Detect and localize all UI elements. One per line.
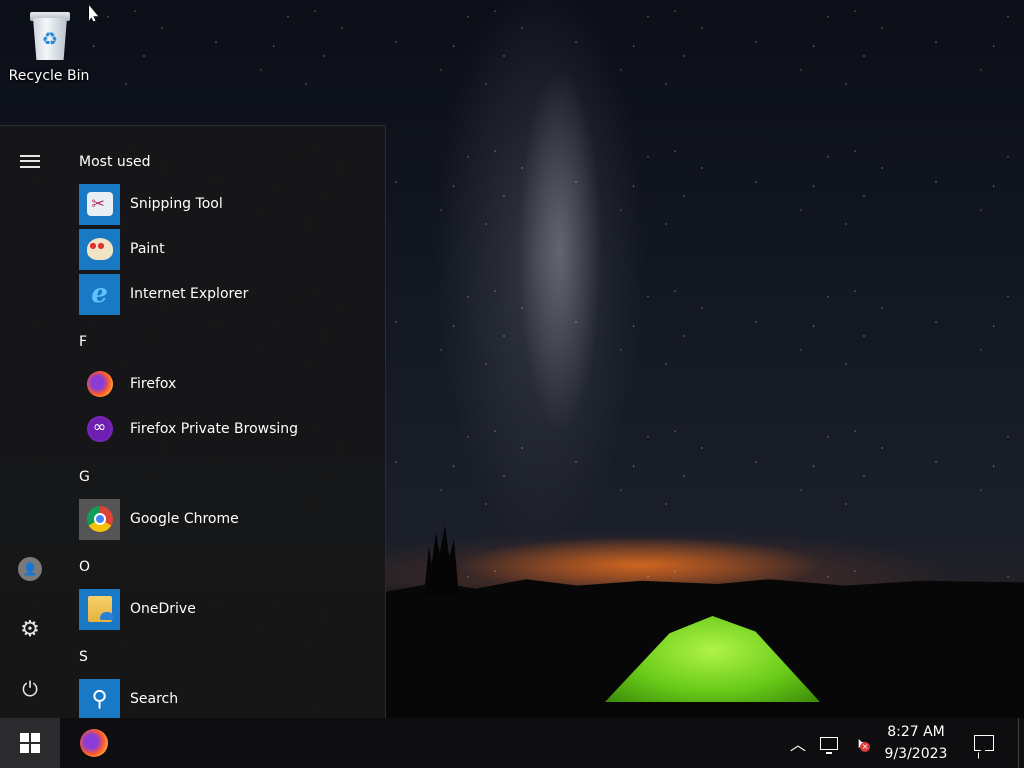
- firefox-icon: [86, 371, 113, 397]
- app-item-snipping-tool[interactable]: Snipping Tool: [79, 183, 379, 225]
- taskbar-firefox-button[interactable]: [70, 718, 118, 768]
- show-hidden-icons-button[interactable]: ︿: [786, 729, 810, 757]
- app-label: Internet Explorer: [130, 286, 249, 302]
- network-button[interactable]: [816, 729, 842, 757]
- app-label: Firefox: [130, 376, 177, 392]
- start-menu: 👤 ⚙ ⏻ Most used Snipping Tool Paint e In…: [0, 125, 386, 720]
- app-label: OneDrive: [130, 601, 196, 617]
- section-header-o[interactable]: O: [79, 559, 90, 575]
- app-label: Snipping Tool: [130, 196, 223, 212]
- section-header-f[interactable]: F: [79, 334, 87, 350]
- clock-date: 9/3/2023: [884, 746, 948, 762]
- action-center-icon: [974, 735, 994, 751]
- section-header-most-used: Most used: [79, 154, 151, 170]
- start-button[interactable]: [0, 718, 60, 768]
- expand-menu-button[interactable]: [0, 137, 60, 185]
- power-icon: ⏻: [22, 677, 38, 701]
- action-center-button[interactable]: [962, 718, 1006, 768]
- app-item-firefox[interactable]: Firefox: [79, 363, 379, 405]
- section-header-g[interactable]: G: [79, 469, 90, 485]
- paint-icon: [86, 238, 113, 260]
- app-label: Google Chrome: [130, 511, 239, 527]
- desktop-icon-recycle-bin[interactable]: ♻ Recycle Bin: [6, 6, 92, 94]
- search-icon: ⚲: [91, 686, 108, 712]
- volume-button[interactable]: 🕨 ×: [846, 729, 872, 757]
- recycle-bin-icon: ♻: [25, 8, 73, 62]
- app-item-google-chrome[interactable]: Google Chrome: [79, 498, 379, 540]
- section-header-s[interactable]: S: [79, 649, 88, 665]
- app-item-paint[interactable]: Paint: [79, 228, 379, 270]
- app-label: Firefox Private Browsing: [130, 421, 299, 437]
- app-item-onedrive[interactable]: OneDrive: [79, 588, 379, 630]
- wallpaper-trees: [424, 525, 459, 595]
- desktop-icon-label: Recycle Bin: [8, 68, 90, 84]
- show-desktop-button[interactable]: [1018, 718, 1024, 768]
- app-item-search[interactable]: ⚲ Search: [79, 678, 379, 720]
- clock-time: 8:27 AM: [887, 724, 945, 740]
- chrome-icon: [86, 506, 113, 532]
- app-item-firefox-private-browsing[interactable]: Firefox Private Browsing: [79, 408, 379, 450]
- firefox-icon: [80, 729, 108, 757]
- app-label: Search: [130, 691, 179, 707]
- gear-icon: ⚙: [20, 616, 40, 642]
- chevron-up-icon: ︿: [789, 735, 806, 754]
- settings-button[interactable]: ⚙: [0, 605, 60, 653]
- firefox-private-icon: [86, 416, 113, 442]
- mouse-cursor-icon: [88, 4, 99, 22]
- app-item-internet-explorer[interactable]: e Internet Explorer: [79, 273, 379, 315]
- snipping-tool-icon: [86, 192, 113, 216]
- user-account-button[interactable]: 👤: [0, 545, 60, 593]
- onedrive-icon: [87, 596, 114, 622]
- internet-explorer-icon: e: [91, 279, 108, 309]
- clock-button[interactable]: 8:27 AM 9/3/2023: [876, 718, 956, 768]
- mute-badge-icon: ×: [860, 742, 870, 752]
- app-label: Paint: [130, 241, 165, 257]
- taskbar: ︿ 🕨 × 8:27 AM 9/3/2023: [0, 718, 1024, 768]
- power-button[interactable]: ⏻: [0, 665, 60, 713]
- windows-logo-icon: [20, 733, 40, 753]
- start-menu-rail: 👤 ⚙ ⏻: [0, 126, 60, 718]
- hamburger-menu-icon: [20, 154, 40, 168]
- network-icon: [820, 736, 838, 754]
- app-list: Most used Snipping Tool Paint e Internet…: [79, 126, 385, 720]
- user-icon: 👤: [18, 557, 42, 581]
